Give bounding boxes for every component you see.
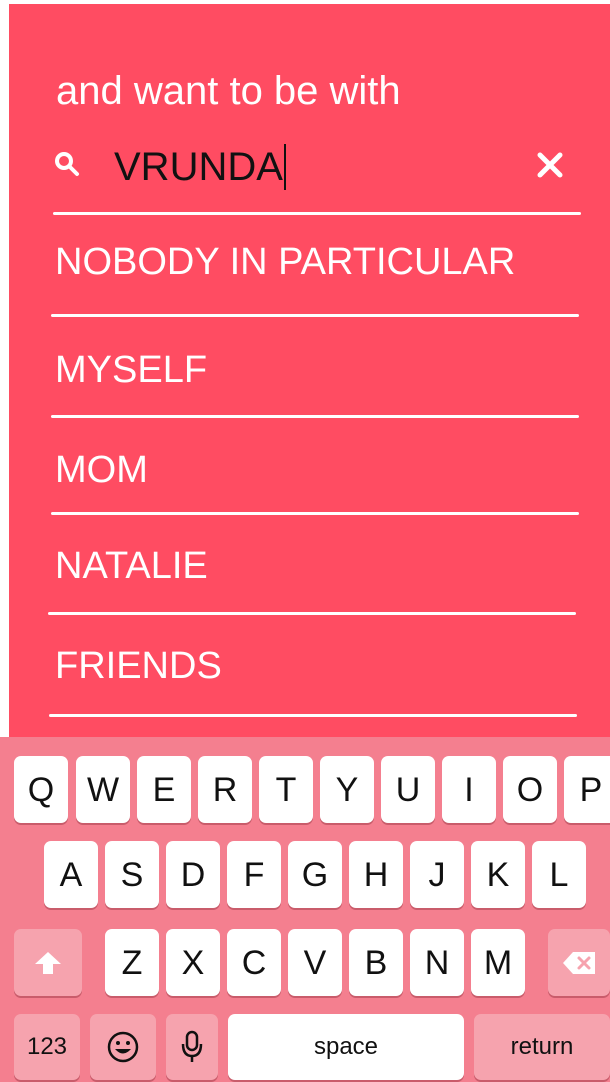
close-icon[interactable] <box>533 148 567 182</box>
key-x[interactable]: X <box>166 929 220 996</box>
numbers-key[interactable]: 123 <box>14 1014 80 1080</box>
option-divider <box>51 512 579 515</box>
key-v[interactable]: V <box>288 929 342 996</box>
key-q[interactable]: Q <box>14 756 68 823</box>
shift-key[interactable] <box>14 929 82 996</box>
key-o[interactable]: O <box>503 756 557 823</box>
key-f[interactable]: F <box>227 841 281 908</box>
key-j[interactable]: J <box>410 841 464 908</box>
space-key[interactable]: space <box>228 1014 464 1080</box>
onscreen-keyboard: Q W E R T Y U I O P A S D F G H J K L Z … <box>0 737 610 1082</box>
key-i[interactable]: I <box>442 756 496 823</box>
key-l[interactable]: L <box>532 841 586 908</box>
key-h[interactable]: H <box>349 841 403 908</box>
key-a[interactable]: A <box>44 841 98 908</box>
option-natalie[interactable]: NATALIE <box>55 544 208 588</box>
who-selector-panel: and want to be with VRUNDA NOBODY IN PAR… <box>9 4 610 737</box>
dictation-key[interactable] <box>166 1014 218 1080</box>
return-key[interactable]: return <box>474 1014 610 1080</box>
text-caret <box>283 144 286 190</box>
option-friends[interactable]: FRIENDS <box>55 644 222 688</box>
key-s[interactable]: S <box>105 841 159 908</box>
option-nobody-in-particular[interactable]: NOBODY IN PARTICULAR <box>55 240 515 284</box>
key-m[interactable]: M <box>471 929 525 996</box>
emoji-key[interactable] <box>90 1014 156 1080</box>
key-c[interactable]: C <box>227 929 281 996</box>
key-n[interactable]: N <box>410 929 464 996</box>
key-p[interactable]: P <box>564 756 610 823</box>
search-icon <box>55 152 79 176</box>
key-e[interactable]: E <box>137 756 191 823</box>
search-underline <box>53 212 581 215</box>
key-y[interactable]: Y <box>320 756 374 823</box>
option-myself[interactable]: MYSELF <box>55 348 207 392</box>
key-k[interactable]: K <box>471 841 525 908</box>
key-u[interactable]: U <box>381 756 435 823</box>
delete-key[interactable] <box>548 929 610 996</box>
key-g[interactable]: G <box>288 841 342 908</box>
search-bar[interactable]: VRUNDA <box>9 140 610 200</box>
key-b[interactable]: B <box>349 929 403 996</box>
option-divider <box>48 612 576 615</box>
key-z[interactable]: Z <box>105 929 159 996</box>
key-r[interactable]: R <box>198 756 252 823</box>
search-input[interactable]: VRUNDA <box>114 144 286 190</box>
prompt-label: and want to be with <box>56 69 401 113</box>
microphone-icon <box>181 1030 203 1062</box>
delete-icon <box>563 951 595 974</box>
key-t[interactable]: T <box>259 756 313 823</box>
option-divider <box>51 314 579 317</box>
option-divider <box>49 714 577 717</box>
shift-icon <box>35 951 61 974</box>
key-d[interactable]: D <box>166 841 220 908</box>
option-mom[interactable]: MOM <box>55 448 148 492</box>
emoji-icon <box>107 1031 139 1063</box>
search-input-value: VRUNDA <box>114 145 283 189</box>
key-w[interactable]: W <box>76 756 130 823</box>
option-divider <box>51 415 579 418</box>
